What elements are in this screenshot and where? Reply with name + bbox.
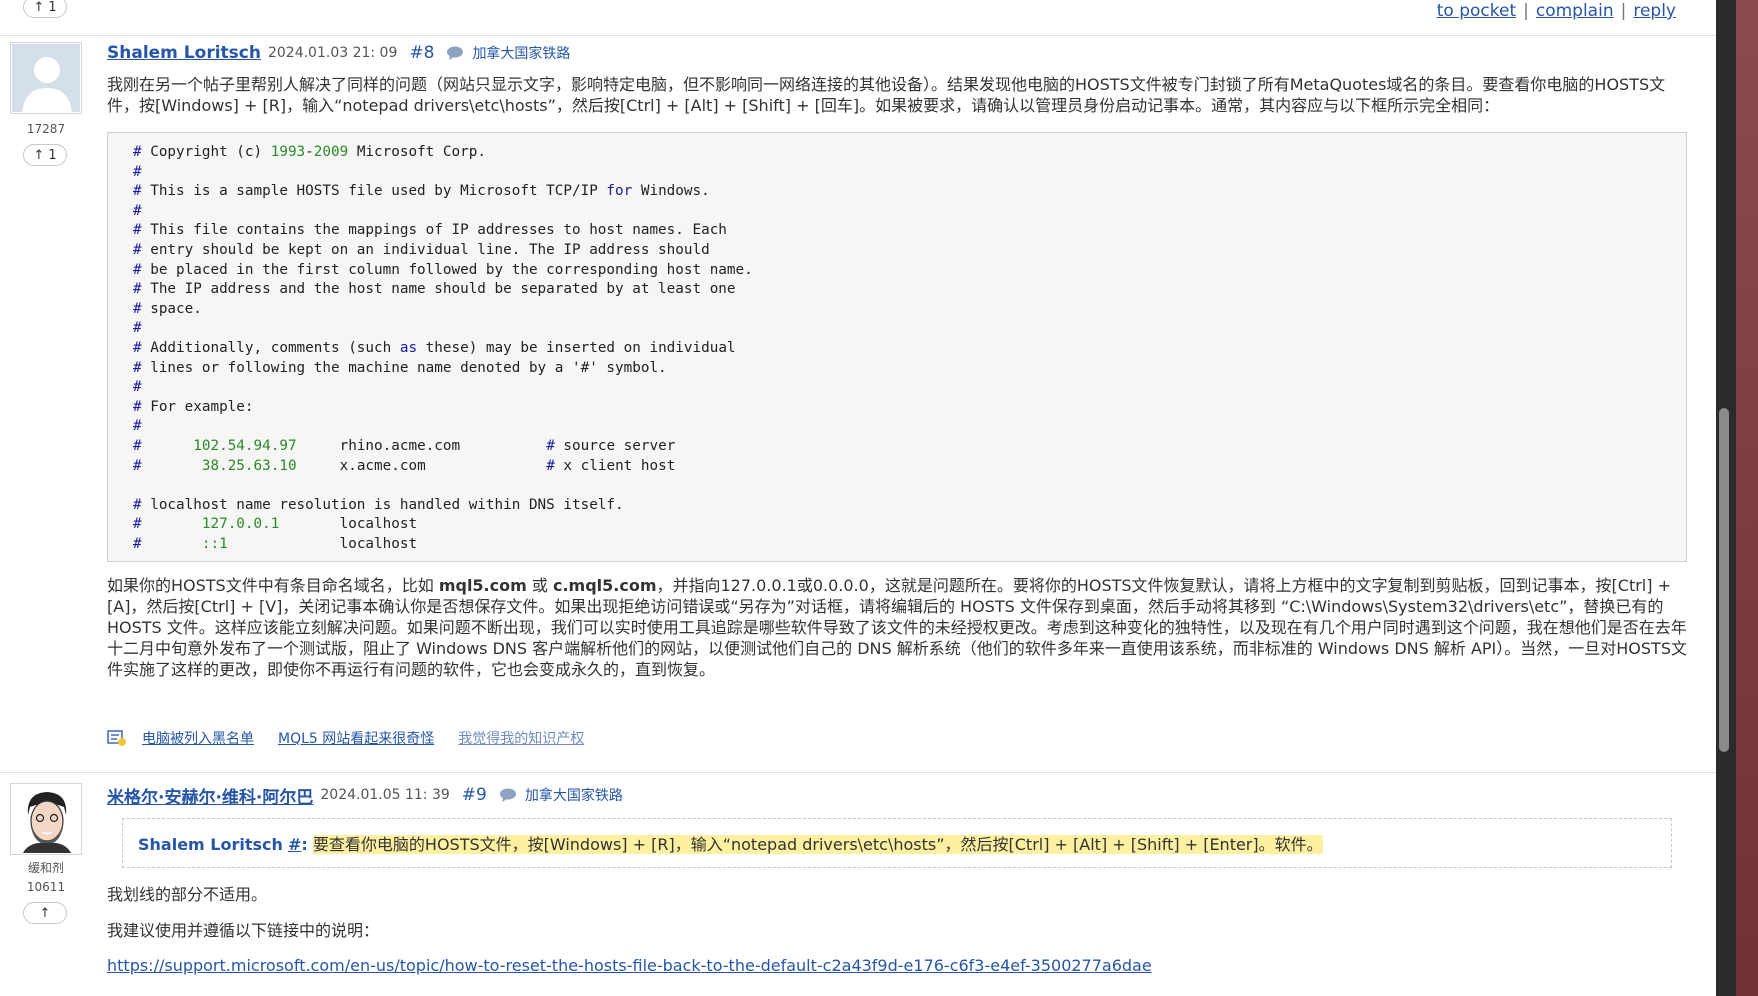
reply-link[interactable]: reply: [1633, 1, 1676, 21]
avatar[interactable]: [10, 783, 82, 855]
avatar[interactable]: [10, 42, 82, 114]
quote-highlighted-text: 要查看你电脑的HOSTS文件，按[Windows] + [R]，输入“notep…: [312, 835, 1323, 854]
post9-paragraph: 我划线的部分不适用。: [107, 885, 268, 904]
separator: |: [1523, 1, 1529, 21]
hosts-code-block: # Copyright (c) 1993-2009 Microsoft Corp…: [107, 132, 1687, 562]
user-avatar-icon: [12, 785, 80, 853]
arrow-up-icon: ↑: [33, 147, 45, 163]
arrow-up-icon: ↑: [33, 0, 45, 15]
post-number-link[interactable]: #8: [409, 43, 434, 63]
to-pocket-link[interactable]: to pocket: [1437, 1, 1516, 21]
separator: |: [1620, 1, 1627, 21]
post-date: 2024.01.03 21: 09: [267, 45, 398, 61]
support-url-link[interactable]: https://support.microsoft.com/en-us/topi…: [107, 956, 1152, 975]
quote-author[interactable]: Shalem Loritsch: [138, 835, 283, 854]
author-link[interactable]: 米格尔·安赫尔·维科·阿尔巴: [107, 783, 313, 808]
post-date: 2024.01.05 11: 39: [320, 787, 450, 803]
quote-block: Shalem Loritsch #: 要查看你电脑的HOSTS文件，按[Wind…: [122, 818, 1672, 868]
default-avatar-icon: [12, 44, 80, 112]
related-link[interactable]: 我觉得我的知识产权: [458, 728, 584, 748]
post9-vote-button[interactable]: ↑: [23, 902, 67, 924]
post8-header: Shalem Loritsch 2024.01.03 21: 09 #8 加拿大…: [107, 42, 570, 64]
related-link[interactable]: MQL5 网站看起来很奇怪: [278, 728, 434, 748]
related-topics: 电脑被列入黑名单 MQL5 网站看起来很奇怪 我觉得我的知识产权: [107, 728, 608, 748]
previous-post-actions: ↑ 1 to pocket | complain | reply: [0, 0, 1716, 30]
scrollbar-thumb[interactable]: [1719, 408, 1729, 752]
arrow-up-icon: ↑: [39, 905, 51, 921]
forum-page: ↑ 1 to pocket | complain | reply 17287 ↑ 1 S…: [0, 0, 1716, 996]
quote-source-link[interactable]: #: [288, 835, 301, 854]
translate-icon: [499, 788, 516, 802]
related-link[interactable]: 电脑被列入黑名单: [142, 728, 254, 748]
previous-post-vote-button[interactable]: ↑ 1: [23, 0, 67, 18]
post8-paragraph: 我刚在另一个帖子里帮别人解决了同样的问题（网站只显示文字，影响特定电脑，但不影响…: [107, 75, 1666, 115]
quote-content: Shalem Loritsch #: 要查看你电脑的HOSTS文件，按[Wind…: [138, 835, 1323, 854]
user-rating: 10611: [26, 880, 66, 894]
language-link[interactable]: 加拿大国家铁路: [472, 43, 570, 63]
background-edge: [1736, 0, 1758, 996]
user-rating: 17287: [26, 122, 66, 136]
complain-link[interactable]: complain: [1536, 1, 1614, 21]
post8-vote-button[interactable]: ↑ 1: [23, 144, 67, 166]
language-link[interactable]: 加拿大国家铁路: [525, 785, 623, 805]
user-role: 缓和剂: [27, 861, 64, 875]
related-topics-icon: [107, 730, 126, 746]
author-link[interactable]: Shalem Loritsch: [107, 43, 261, 63]
post9-paragraph-2: 我建议使用并遵循以下链接中的说明：: [107, 921, 380, 940]
translate-icon: [447, 46, 464, 60]
post-number-link[interactable]: #9: [462, 785, 487, 805]
code-content: # Copyright (c) 1993-2009 Microsoft Corp…: [133, 144, 753, 552]
post8-paragraph-2: 如果你的HOSTS文件中有条目命名域名，比如 mql5.com 或 c.mql5…: [107, 576, 1687, 679]
post-divider: [0, 772, 1716, 773]
post-divider: [0, 35, 1716, 36]
post9-header: 米格尔·安赫尔·维科·阿尔巴 2024.01.05 11: 39 #9 加拿大国…: [107, 783, 623, 808]
post-action-links: to pocket | complain | reply: [1437, 1, 1676, 21]
